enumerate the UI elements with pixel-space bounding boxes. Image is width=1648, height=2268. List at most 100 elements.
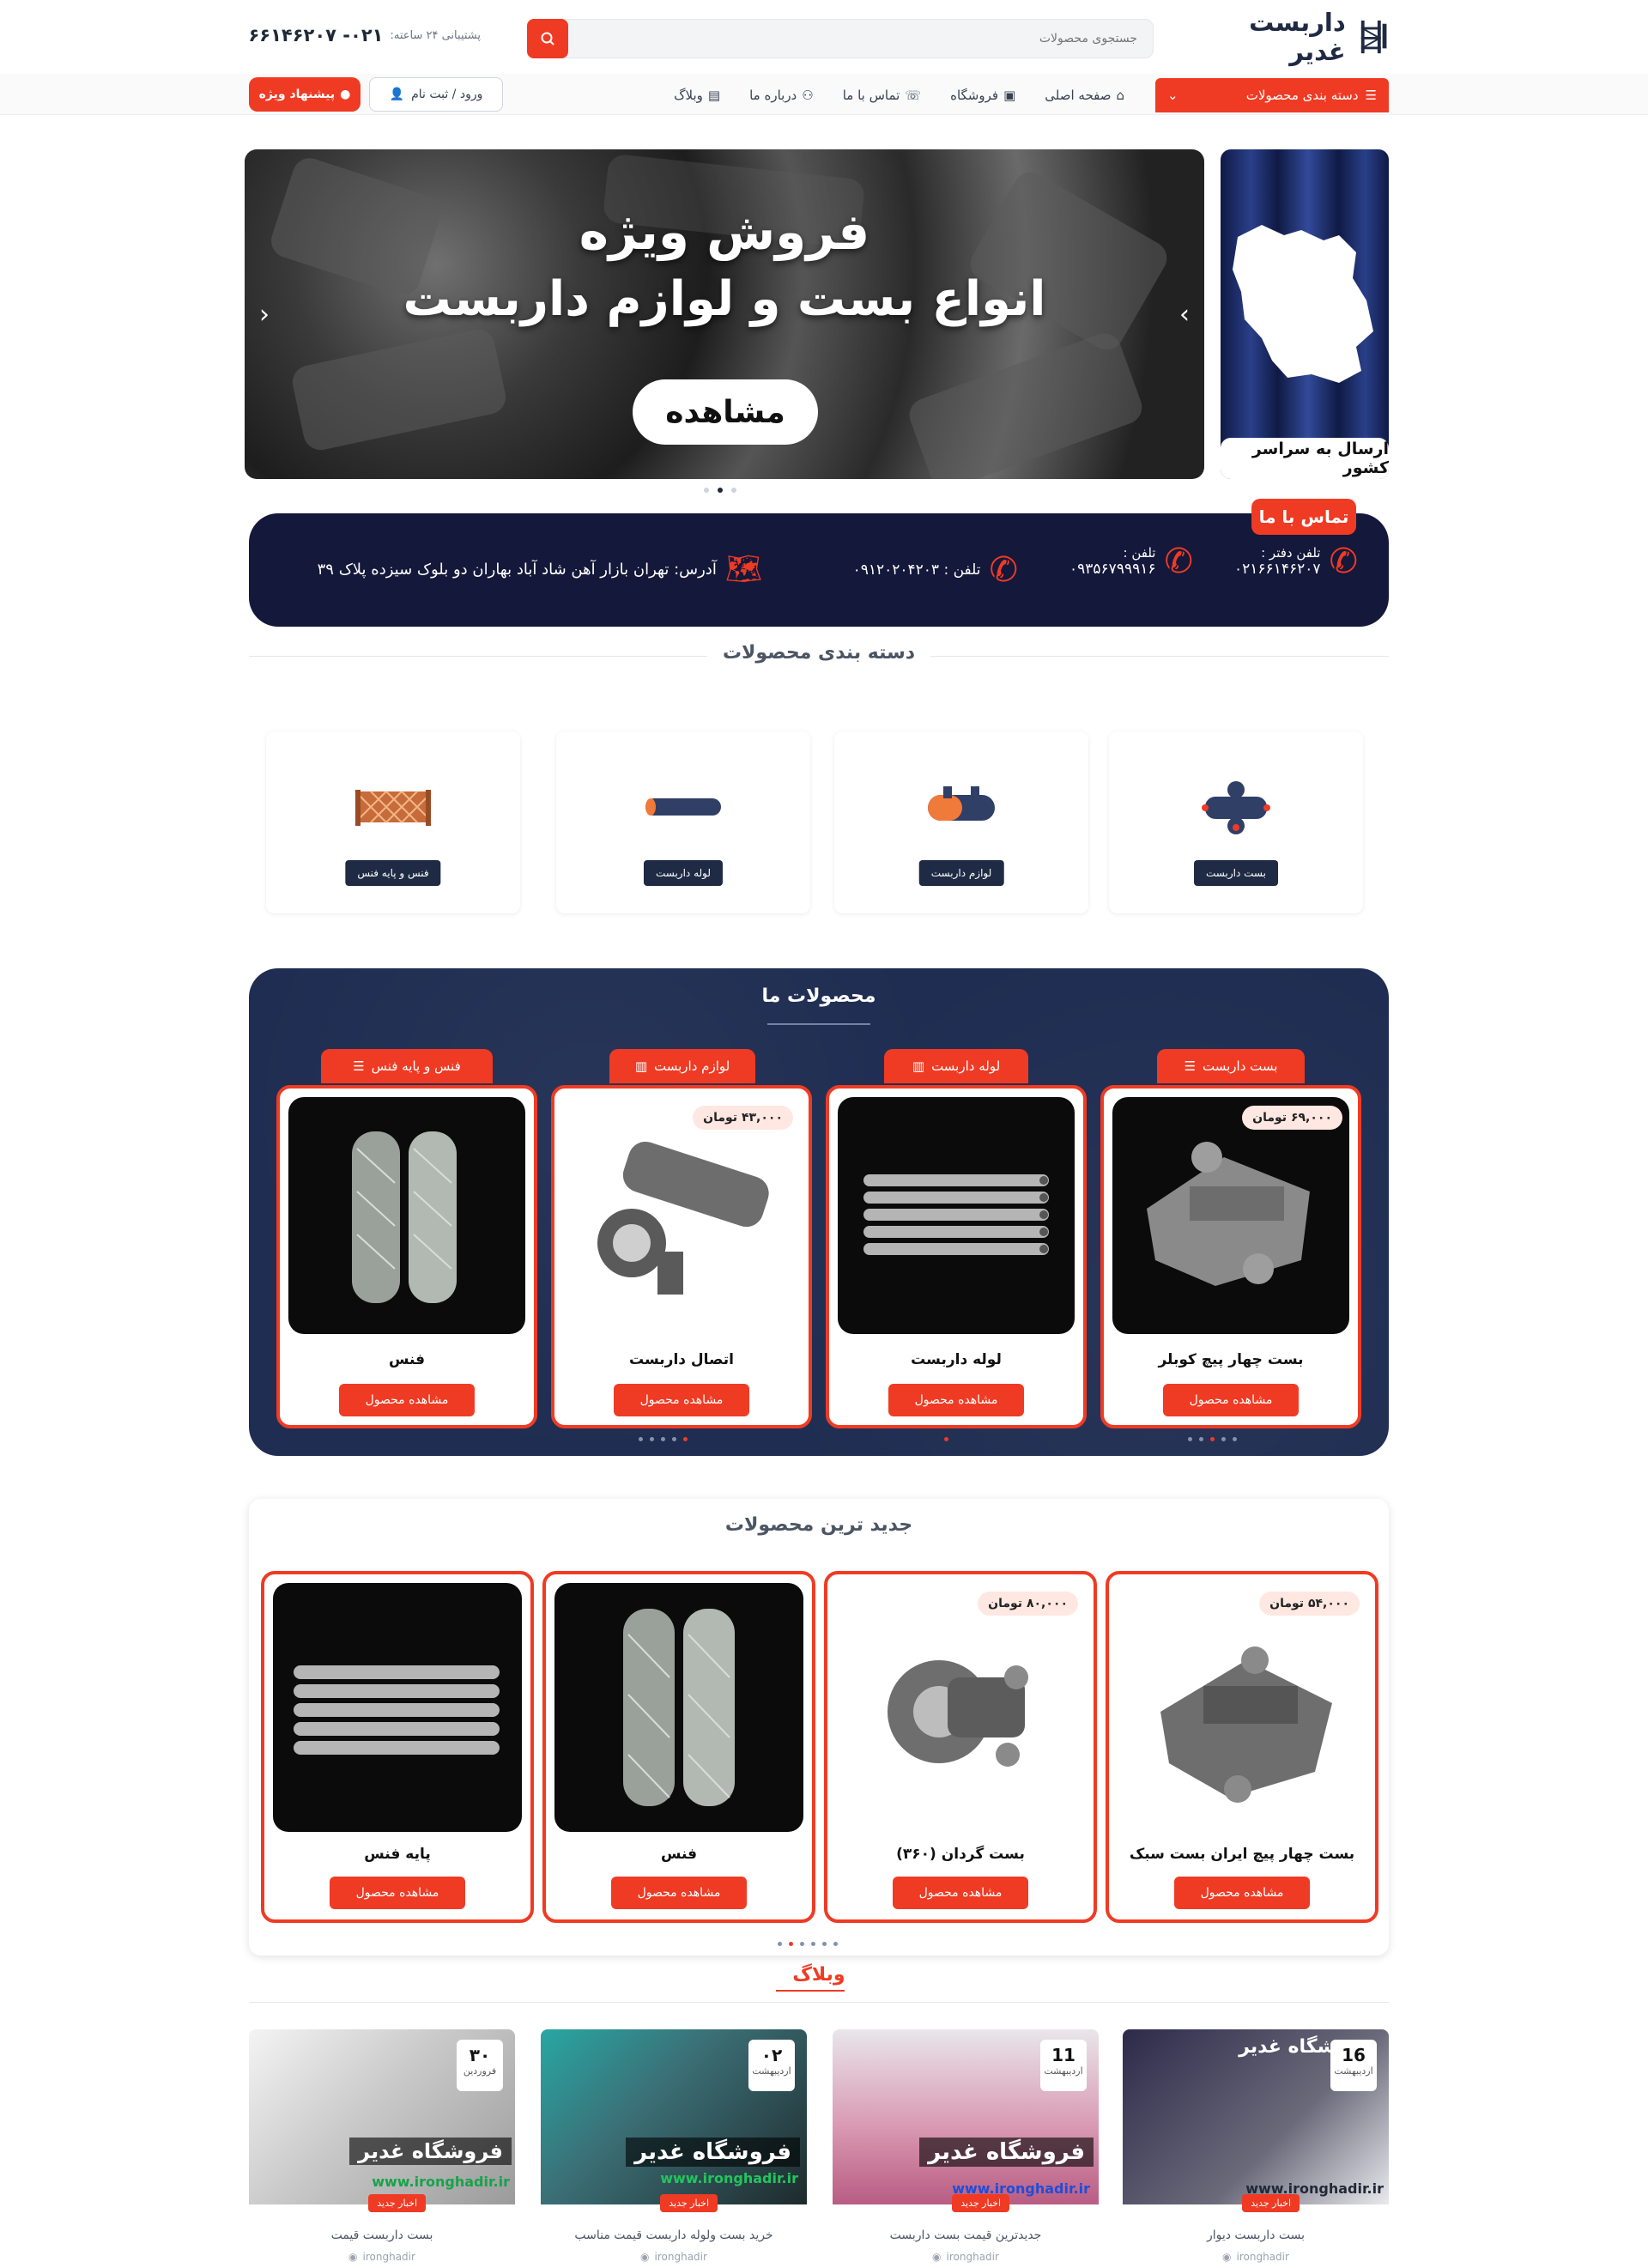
office-phone-value: ۰۲۱۶۶۱۴۶۲۰۷: [1234, 561, 1321, 578]
dot-icon: ●: [340, 88, 351, 101]
blog-author: ironghadir ◉: [249, 2251, 515, 2263]
search-button[interactable]: [527, 19, 568, 58]
product-category-tab[interactable]: لوله داربست ▥: [884, 1049, 1028, 1083]
product-category-tab[interactable]: بست داربست ☰: [1157, 1049, 1305, 1083]
product-image: [1118, 1583, 1366, 1832]
fence-roll-photo-icon: [352, 1131, 457, 1303]
hero-slider[interactable]: فروش ویژه انواع بست و لوازم داربست مشاهد…: [245, 149, 1204, 479]
slider-dot[interactable]: [672, 1437, 676, 1441]
nav-links: ⌂ صفحه اصلی ▣ فروشگاه ☏ تماس با ما ⚇ درباره …: [674, 79, 1124, 112]
newest-product-card[interactable]: پایه فنس مشاهده محصول: [261, 1571, 534, 1923]
login-button[interactable]: ورود / ثبت نام 👤: [369, 77, 503, 112]
product-name[interactable]: بست چهار پیچ ایران بست سبک: [1109, 1846, 1375, 1863]
product-card[interactable]: فنس مشاهده محصول: [276, 1085, 537, 1428]
slider-dot[interactable]: [789, 1942, 793, 1946]
hero-dot[interactable]: [731, 488, 736, 493]
newest-heading: جدید ترین محصولات: [0, 1514, 1638, 1536]
blog-post-title[interactable]: بست داربست دیوار: [1123, 2229, 1389, 2242]
slider-dot[interactable]: [800, 1942, 804, 1946]
newest-product-card[interactable]: فنس مشاهده محصول: [542, 1571, 815, 1923]
view-product-button[interactable]: مشاهده محصول: [1163, 1384, 1299, 1416]
category-card[interactable]: لوله داربست: [556, 731, 810, 913]
categories-menu-button[interactable]: ☰ دسته بندی محصولات ⌄: [1155, 78, 1389, 112]
blog-badge: اخبار جدید: [368, 2194, 426, 2212]
special-offer-button[interactable]: ● پیشنهاد ویژه: [249, 77, 360, 112]
slider-dot[interactable]: [833, 1942, 838, 1946]
view-product-button[interactable]: مشاهده محصول: [888, 1384, 1024, 1416]
slider-dot[interactable]: [944, 1437, 948, 1441]
view-product-button[interactable]: مشاهده محصول: [893, 1877, 1028, 1909]
blog-card[interactable]: فروشگاه غدیر www.ironghadir.ir ۰۲ اردیبهش…: [541, 2029, 807, 2268]
category-card[interactable]: بست داربست: [1109, 731, 1363, 913]
slider-dot[interactable]: [1233, 1437, 1237, 1441]
slider-dot[interactable]: [661, 1437, 665, 1441]
nav-blog[interactable]: ▤ وبلاگ: [674, 88, 720, 103]
product-name[interactable]: بست چهار پیچ کوبلر: [1104, 1351, 1358, 1368]
nav-about[interactable]: ⚇ درباره ما: [749, 88, 814, 103]
product-name[interactable]: فنس: [546, 1846, 812, 1863]
slider-dot[interactable]: [639, 1437, 643, 1441]
product-card[interactable]: لوله داربست مشاهده محصول: [826, 1085, 1087, 1428]
support-phone[interactable]: ۰۲۱- ۶۶۱۴۶۲۰۷: [248, 25, 383, 45]
product-name[interactable]: اتصال داربست: [554, 1351, 809, 1368]
nav-shop[interactable]: ▣ فروشگاه: [950, 88, 1015, 103]
hero-cta-button[interactable]: مشاهده: [633, 379, 818, 445]
fence-icon: [354, 790, 432, 826]
view-product-button[interactable]: مشاهده محصول: [1174, 1877, 1310, 1909]
product-category-tab-label: لوله داربست: [931, 1058, 1001, 1074]
product-name[interactable]: فنس: [280, 1351, 534, 1368]
category-card[interactable]: فنس و پایه فنس: [266, 731, 520, 913]
hero-bg-shape: [905, 328, 1147, 479]
newest-product-card[interactable]: ۵۴,۰۰۰ تومان بست چهار پیچ ایران بست سبک …: [1106, 1571, 1378, 1923]
slider-dot[interactable]: [1199, 1437, 1203, 1441]
site-logo[interactable]: داربست غدیر: [1191, 8, 1389, 66]
product-card[interactable]: ۶۹,۰۰۰ تومان بست چهار پیچ کوبلر مشاهده م…: [1100, 1085, 1361, 1428]
nav-home-label: صفحه اصلی: [1045, 88, 1112, 103]
product-name[interactable]: پایه فنس: [264, 1846, 530, 1863]
slider-dot[interactable]: [822, 1942, 827, 1946]
newest-product-card[interactable]: ۸۰,۰۰۰ تومان بست گردان (۳۶۰) مشاهده محصو…: [824, 1571, 1097, 1923]
slider-dot[interactable]: [1188, 1437, 1192, 1441]
blog-card[interactable]: فروشگاه غدیر www.ironghadir.ir 16 اردیبهش…: [1123, 2029, 1389, 2268]
search-icon: [541, 32, 554, 45]
view-product-button[interactable]: مشاهده محصول: [339, 1384, 475, 1416]
blog-post-title[interactable]: بست داربست قیمت: [249, 2229, 515, 2242]
shipping-banner[interactable]: ارسال به سراسر کشور: [1221, 149, 1389, 479]
hero-dot[interactable]: [718, 488, 723, 493]
view-product-button[interactable]: مشاهده محصول: [330, 1877, 465, 1909]
product-card[interactable]: ۴۳,۰۰۰ تومان اتصال داربست مشاهده محصول: [551, 1085, 812, 1428]
blog-date-day: 16: [1342, 2045, 1366, 2065]
blog-post-title[interactable]: خرید بست ولوله داربست قیمت مناسب: [541, 2229, 807, 2242]
search-input[interactable]: [528, 20, 1153, 58]
slider-dot[interactable]: [683, 1437, 688, 1441]
product-category-tab[interactable]: فنس و پایه فنس ☰: [321, 1049, 493, 1083]
blog-post-title[interactable]: جدیدترین قیمت بست داربست: [833, 2229, 1099, 2242]
user-icon: 👤: [389, 88, 405, 101]
product-category-tab[interactable]: لوازم داربست ▥: [609, 1049, 755, 1083]
view-product-button[interactable]: مشاهده محصول: [614, 1384, 749, 1416]
product-name[interactable]: بست گردان (۳۶۰): [827, 1846, 1094, 1863]
nav-home[interactable]: ⌂ صفحه اصلی: [1045, 88, 1124, 103]
slider-dot[interactable]: [811, 1942, 815, 1946]
blog-card[interactable]: فروشگاه غدیر www.ironghadir.ir ۳۰ فروردین…: [249, 2029, 515, 2268]
slider-dot[interactable]: [1210, 1437, 1215, 1441]
mobile-phone-2[interactable]: ✆ تلفن : ۰۹۱۲۰۲۰۴۲۰۳: [853, 553, 1018, 587]
phone-icon: ☏: [905, 88, 922, 103]
product-category-tab-label: بست داربست: [1203, 1058, 1278, 1074]
slider-dot[interactable]: [650, 1437, 654, 1441]
product-slider-dots: [944, 1437, 948, 1441]
office-phone[interactable]: ✆ تلفن دفتر : ۰۲۱۶۶۱۴۶۲۰۷: [1234, 544, 1358, 579]
pipe-icon: [645, 798, 721, 816]
slider-dot[interactable]: [1221, 1437, 1226, 1441]
slider-dot[interactable]: [778, 1942, 782, 1946]
nav-contact[interactable]: ☏ تماس با ما: [843, 88, 921, 103]
hero-dot[interactable]: [704, 488, 709, 493]
blog-card[interactable]: فروشگاه غدیر www.ironghadir.ir 11 اردیبهش…: [833, 2029, 1099, 2268]
view-product-button[interactable]: مشاهده محصول: [611, 1877, 747, 1909]
product-name[interactable]: لوله داربست: [829, 1351, 1083, 1368]
category-card[interactable]: لوازم داربست: [834, 731, 1088, 913]
mobile-phone-1[interactable]: ✆ تلفن : ۰۹۳۵۶۷۹۹۹۱۶: [1069, 544, 1193, 579]
hero-next-arrow-icon[interactable]: ›: [1172, 297, 1197, 331]
user-icon: ◉: [932, 2251, 942, 2263]
hero-prev-arrow-icon[interactable]: ‹: [251, 297, 277, 331]
